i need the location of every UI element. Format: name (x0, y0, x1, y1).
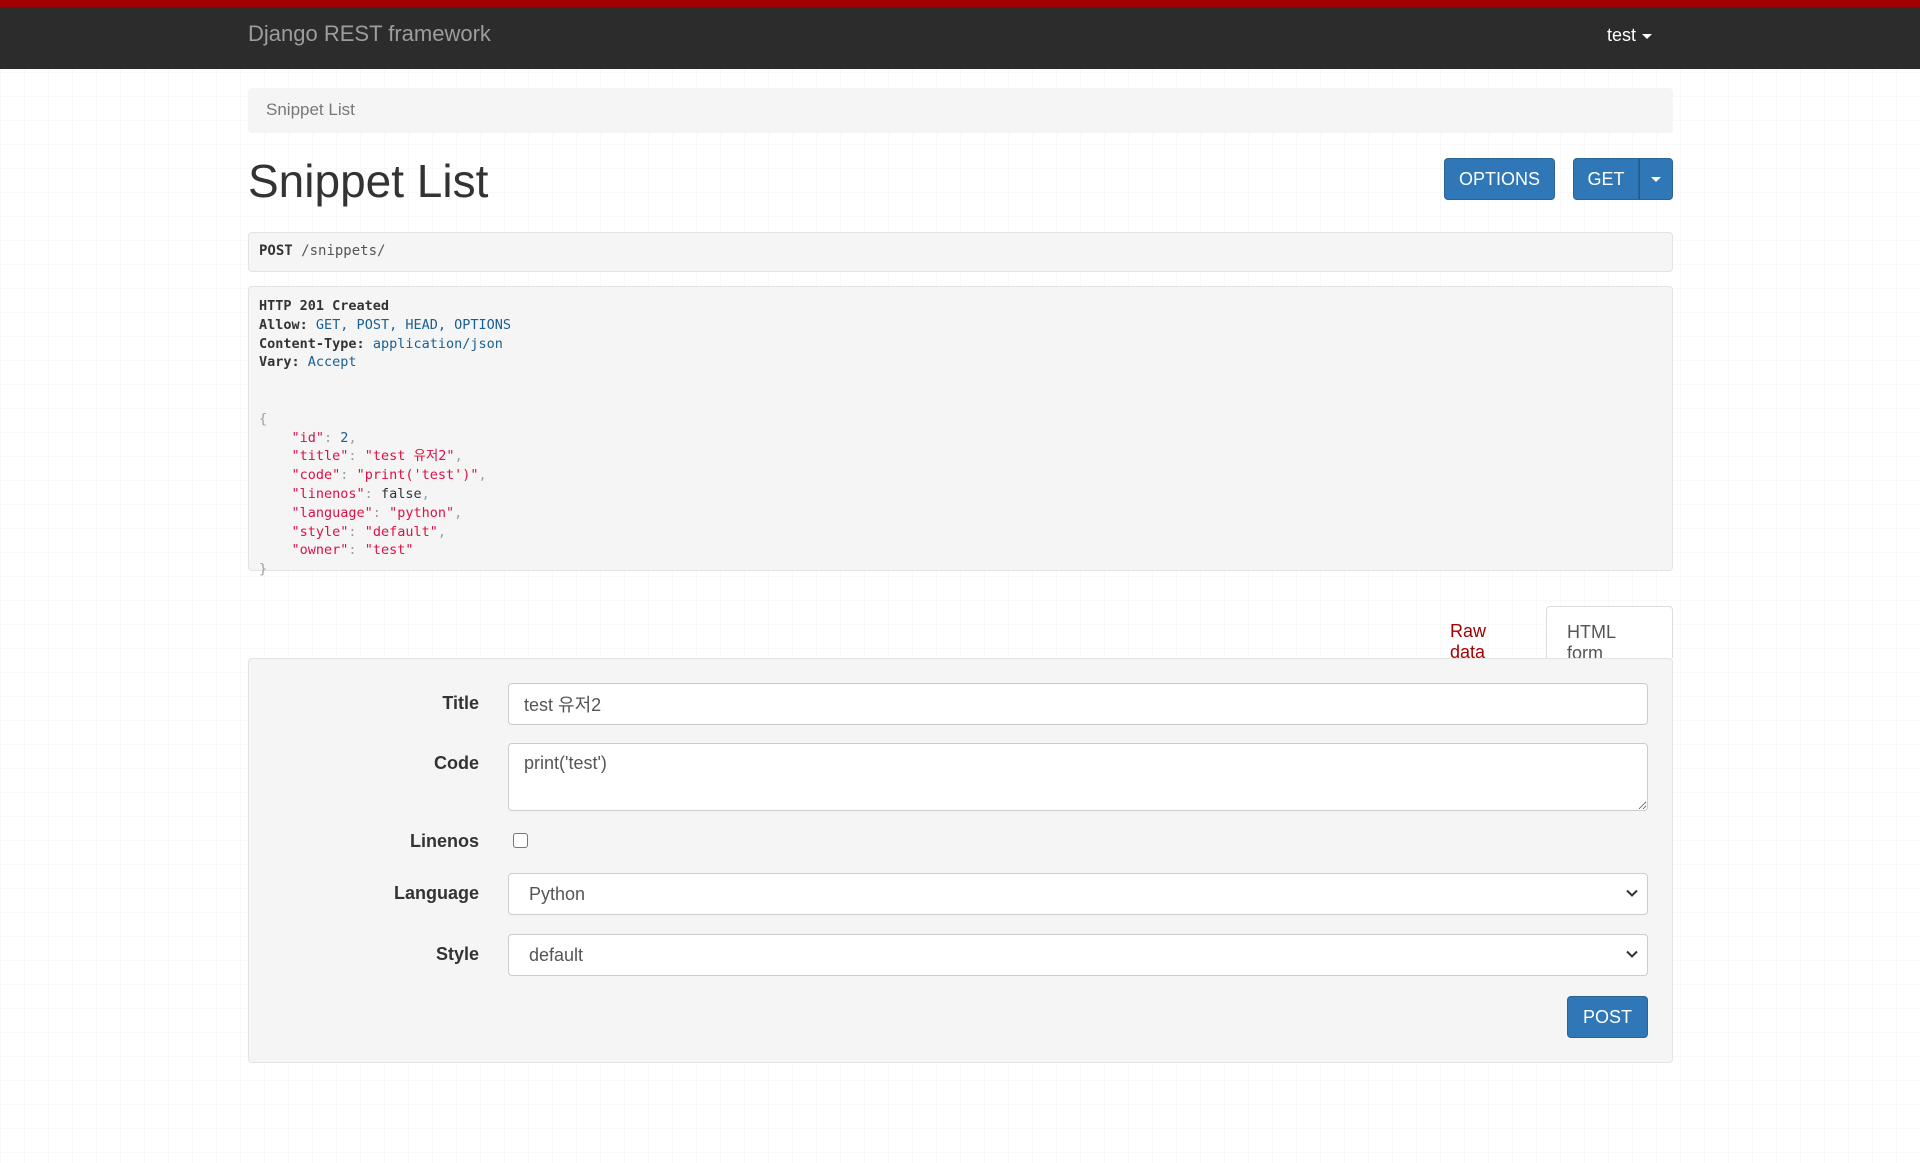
navbar: Django REST framework test (0, 0, 1920, 69)
request-path: /snippets/ (301, 243, 386, 259)
json-field: "code": "print('test')", (291, 467, 487, 484)
json-close-brace: } (259, 561, 268, 578)
linenos-label: Linenos (409, 831, 479, 851)
json-field: "title": "test 유저2", (291, 448, 463, 465)
response-header-name: Content-Type: (259, 335, 365, 352)
json-field: "style": "default", (291, 523, 446, 540)
user-menu[interactable]: test (1607, 25, 1653, 46)
response-header: Vary: Accept (259, 354, 357, 370)
response-header-name: Vary: (259, 354, 300, 371)
caret-down-icon (1651, 176, 1661, 182)
json-key: "linenos" (291, 485, 365, 502)
json-value: false (380, 485, 422, 502)
json-value: "print('test')" (356, 467, 479, 484)
breadcrumb: Snippet List (248, 88, 1673, 133)
json-key: "title" (291, 448, 349, 465)
json-value: "test" (364, 542, 414, 559)
json-field: "owner": "test" (291, 542, 414, 559)
breadcrumb-item: Snippet List (266, 100, 355, 119)
style-selected-value: default (529, 945, 584, 965)
response-header-value: GET, POST, HEAD, OPTIONS (315, 316, 511, 333)
json-key: "owner" (291, 542, 349, 559)
json-field: "linenos": false, (291, 485, 430, 502)
title-label: Title (442, 693, 479, 713)
response-header-value: Accept (307, 354, 357, 371)
json-key: "code" (291, 467, 341, 484)
chevron-down-icon (1626, 950, 1638, 958)
language-select[interactable]: Python (508, 873, 1648, 915)
response-header: Allow: GET, POST, HEAD, OPTIONS (259, 317, 511, 333)
response-status: HTTP 201 Created (259, 298, 390, 314)
code-textarea[interactable]: print('test') (508, 743, 1648, 811)
response-header-value: application/json (372, 335, 503, 352)
title-input[interactable] (508, 683, 1648, 725)
language-selected-value: Python (529, 884, 586, 904)
get-format-dropdown-button[interactable] (1639, 158, 1673, 200)
request-info: POST /snippets/ (248, 232, 1673, 272)
options-button[interactable]: OPTIONS (1444, 158, 1555, 200)
post-button[interactable]: POST (1567, 996, 1648, 1038)
linenos-checkbox[interactable] (513, 833, 528, 848)
json-field: "language": "python", (291, 504, 463, 521)
chevron-down-icon (1626, 889, 1638, 897)
style-select[interactable]: default (508, 934, 1648, 976)
user-menu-label: test (1607, 25, 1637, 45)
style-label: Style (435, 944, 479, 964)
request-method: POST (259, 243, 293, 259)
page-title: Snippet List (248, 155, 489, 207)
post-form: Title Code print('test') Linenos Languag… (248, 658, 1673, 1063)
language-label: Language (393, 883, 479, 903)
response-header: Content-Type: application/json (259, 336, 503, 352)
tab-raw-data[interactable]: Raw data (1430, 606, 1546, 662)
code-label: Code (434, 753, 479, 773)
response-header-name: Allow: (259, 316, 308, 333)
brand-link[interactable]: Django REST framework (248, 21, 491, 47)
json-key: "language" (291, 504, 373, 521)
caret-down-icon (1642, 33, 1653, 39)
json-value: "test 유저2" (364, 448, 455, 465)
json-open-brace: { (259, 410, 268, 427)
json-key: "style" (291, 523, 349, 540)
json-field: "id": 2, (291, 429, 357, 446)
json-value: "python" (389, 504, 455, 521)
json-key: "id" (291, 429, 325, 446)
get-button[interactable]: GET (1573, 158, 1639, 200)
json-value: "default" (364, 523, 438, 540)
response-info: HTTP 201 Created Allow: GET, POST, HEAD,… (248, 286, 1673, 577)
tab-html-form[interactable]: HTML form (1546, 606, 1673, 663)
